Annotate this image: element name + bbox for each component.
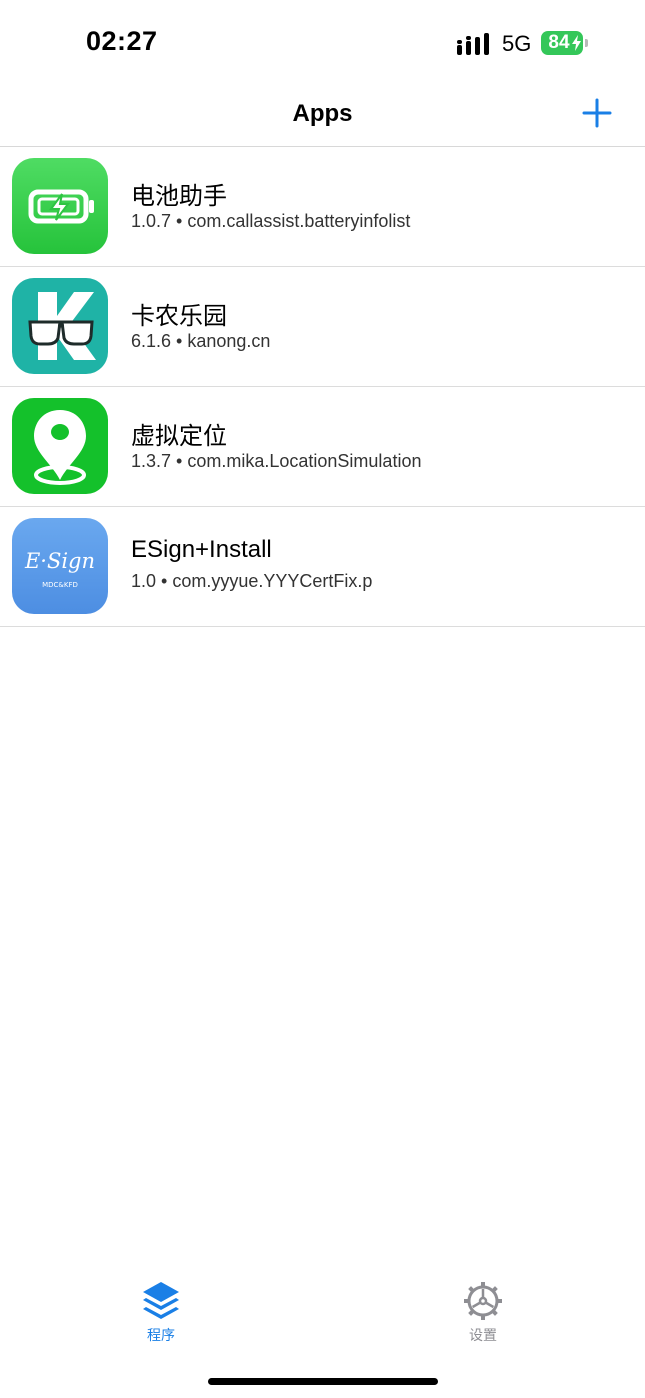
home-indicator[interactable] [208,1378,438,1385]
gear-icon [464,1282,502,1320]
app-details: 6.1.6 • kanong.cn [131,331,271,351]
app-name: 虚拟定位 [131,423,227,450]
app-name: 电池助手 [131,183,227,210]
app-row[interactable]: 虚拟定位 1.3.7 • com.mika.LocationSimulation [0,387,645,507]
esign-logo-subtext: MDC&KFD [42,581,78,589]
app-list: 电池助手 1.0.7 • com.callassist.batteryinfol… [0,147,645,627]
app-version: 1.0.7 [131,211,172,231]
battery-level: 84 [548,32,570,53]
tab-programs[interactable]: 程序 [101,1280,221,1345]
app-bundle-id: com.yyyue.YYYCertFix.p [172,571,373,591]
add-button[interactable] [580,96,614,130]
location-app-icon [12,398,108,494]
app-version: 6.1.6 [131,331,172,351]
plus-icon [582,98,612,128]
app-row[interactable]: 卡农乐园 6.1.6 • kanong.cn [0,267,645,387]
battery-app-icon [12,158,108,254]
status-bar: 02:27 5G 84 [0,0,645,88]
app-version: 1.3.7 [131,451,172,471]
tab-label: 设置 [469,1327,497,1343]
charging-bolt-icon [572,35,581,51]
app-version: 1.0 [131,571,157,591]
kanong-app-icon [12,278,108,374]
app-bundle-id: com.mika.LocationSimulation [187,451,422,471]
esign-app-icon: E·Sign MDC&KFD [12,518,108,614]
app-row[interactable]: E·Sign MDC&KFD ESign+Install 1.0 • com.y… [0,507,645,627]
app-name: 卡农乐园 [131,303,227,330]
page-title: Apps [292,100,353,127]
stack-layers-icon [143,1282,179,1319]
app-name: ESign+Install [131,536,272,563]
app-details: 1.0.7 • com.callassist.batteryinfolist [131,211,411,231]
signal-icon [457,33,489,55]
app-details: 1.0 • com.yyyue.YYYCertFix.p [131,571,373,591]
status-time: 02:27 [86,26,158,56]
app-row[interactable]: 电池助手 1.0.7 • com.callassist.batteryinfol… [0,147,645,267]
app-details: 1.3.7 • com.mika.LocationSimulation [131,451,422,471]
battery-icon: 84 [541,31,589,55]
tab-settings[interactable]: 设置 [423,1280,543,1345]
tab-label: 程序 [147,1327,175,1343]
esign-logo-text: E·Sign [24,549,95,573]
nav-bar: Apps [0,88,645,147]
app-bundle-id: com.callassist.batteryinfolist [187,211,411,231]
network-type: 5G [502,31,532,56]
app-bundle-id: kanong.cn [187,331,271,351]
